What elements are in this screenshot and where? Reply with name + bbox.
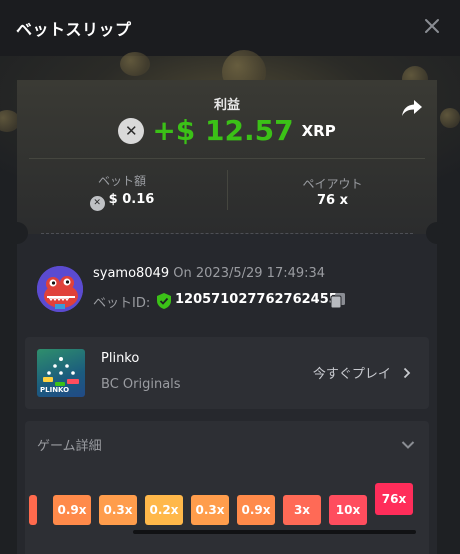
payout-value: 76 x (316, 193, 348, 208)
share-arrow-icon[interactable] (401, 98, 423, 118)
avatar[interactable] (37, 266, 83, 312)
bet-amount-label: ベット額 (97, 174, 146, 188)
horizontal-scrollbar[interactable] (133, 530, 416, 534)
game-name: Plinko (101, 351, 140, 366)
ticket-notch (426, 222, 448, 244)
chevron-down-icon[interactable] (401, 435, 415, 449)
multiplier-bucket: 3x (283, 495, 321, 525)
bet-date: On 2023/5/29 17:49:34 (173, 266, 326, 281)
dashed-divider (41, 233, 413, 234)
divider (29, 158, 425, 159)
profit-label: 利益 (213, 98, 240, 113)
multiplier-bucket: 0.2x (145, 495, 183, 525)
ticket-notch (6, 222, 28, 244)
game-details: ゲーム詳細 0.9x 0.3x 0.2x 0.3x 0.9x 3x 10x 76x (25, 421, 429, 554)
payout-label: ペイアウト (302, 177, 363, 191)
game-thumbnail-label: PLINKO (40, 386, 70, 394)
coin-decoration (120, 52, 150, 76)
play-now-label: 今すぐプレイ (312, 367, 391, 382)
xrp-icon: ✕ (118, 117, 145, 144)
profit-value: +$ 12.57 (152, 114, 294, 147)
play-now-link[interactable]: 今すぐプレイ (313, 363, 411, 382)
bet-amount-value: ✕ $ 0.16 (17, 192, 227, 211)
profit-row: ✕ +$ 12.57 XRP (17, 114, 437, 148)
header: ベットスリップ (0, 0, 460, 56)
xrp-icon: ✕ (89, 196, 105, 211)
copy-icon[interactable] (330, 292, 346, 309)
game-details-title: ゲーム詳細 (37, 439, 102, 454)
multiplier-bucket: 10x (329, 495, 367, 525)
shield-check-icon (157, 293, 171, 309)
bet-slip-card: 利益 ✕ +$ 12.57 XRP ベット額 ✕ $ 0.16 ペイアウト 76 x (6, 80, 448, 554)
multiplier-bucket (29, 495, 37, 525)
multiplier-bucket: 0.3x (191, 495, 229, 525)
coin-decoration (440, 108, 460, 128)
chevron-right-icon (403, 367, 411, 379)
user-row: syamo8049 On 2023/5/29 17:49:34 ベットID: 1… (17, 254, 437, 324)
multiplier-bucket-hit: 76x (375, 483, 413, 515)
user-info: syamo8049 On 2023/5/29 17:49:34 (93, 266, 325, 281)
summary-panel: 利益 ✕ +$ 12.57 XRP ベット額 ✕ $ 0.16 ペイアウト 76 x (17, 80, 437, 234)
multiplier-bucket: 0.3x (99, 495, 137, 525)
multiplier-bucket: 0.9x (53, 495, 91, 525)
game-provider: BC Originals (101, 377, 181, 392)
game-thumbnail[interactable]: PLINKO (37, 349, 85, 397)
dialog-title: ベットスリップ (16, 20, 132, 39)
close-icon[interactable] (422, 16, 442, 36)
username[interactable]: syamo8049 (93, 266, 169, 281)
profit-currency: XRP (301, 121, 336, 140)
bet-id-value: 120571027762762455 (175, 292, 338, 307)
game-row[interactable]: PLINKO Plinko BC Originals 今すぐプレイ (25, 337, 429, 409)
multiplier-bucket: 0.9x (237, 495, 275, 525)
bet-amount-text: $ 0.16 (108, 192, 155, 207)
bet-id-label: ベットID: (93, 296, 151, 311)
